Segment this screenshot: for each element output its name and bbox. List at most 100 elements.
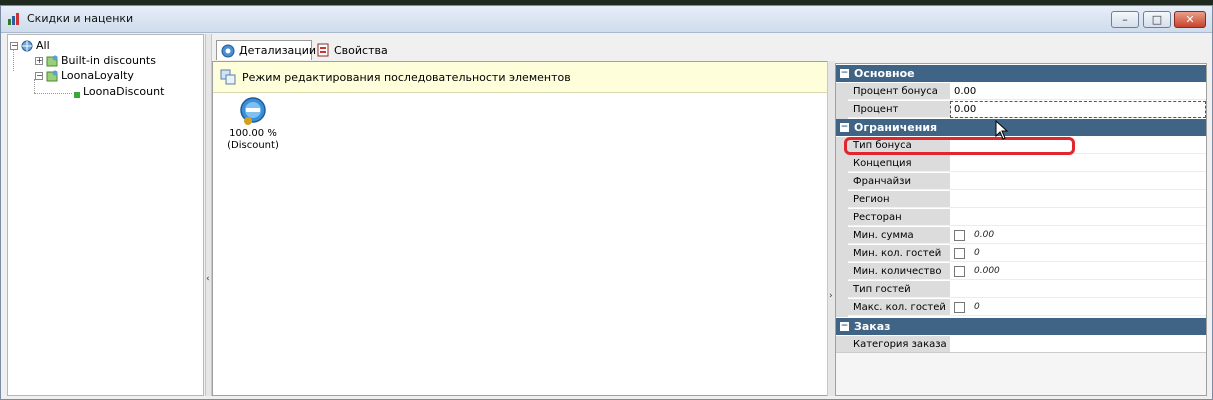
property-row[interactable]: Ресторан	[836, 209, 1206, 227]
tab-label: Детализации	[239, 44, 317, 57]
min-quantity-checkbox[interactable]	[954, 265, 965, 277]
row-gutter	[836, 83, 848, 101]
folder-globe-icon	[21, 40, 33, 51]
row-gutter	[836, 173, 848, 191]
bonus-percent-value[interactable]: 0.00	[950, 83, 1206, 100]
property-row[interactable]: Франчайзи	[836, 173, 1206, 191]
category-label: Заказ	[854, 320, 891, 333]
edit-mode-text: Режим редактирования последовательности …	[242, 70, 571, 84]
tab-label: Свойства	[334, 43, 388, 57]
minimize-icon: –	[1122, 13, 1128, 26]
minimize-button[interactable]: –	[1111, 11, 1139, 28]
details-icon	[221, 44, 235, 58]
tab-properties[interactable]: Свойства	[312, 40, 392, 60]
discount-group-icon	[46, 55, 58, 66]
row-gutter	[836, 209, 848, 227]
collapse-icon[interactable]: −	[840, 69, 849, 78]
category-order[interactable]: − Заказ	[836, 318, 1206, 335]
concept-value[interactable]	[950, 155, 1206, 172]
tree-item-label: All	[36, 39, 50, 52]
property-row[interactable]: Процент бонуса 0.00	[836, 83, 1206, 101]
collapse-icon[interactable]: −	[35, 71, 43, 80]
collapse-icon[interactable]: −	[10, 41, 18, 50]
collapse-icon[interactable]: −	[840, 322, 849, 331]
max-guests-value[interactable]: 0	[950, 299, 1206, 316]
highlight-annotation	[844, 137, 1075, 155]
min-sum-value[interactable]: 0.00	[950, 227, 1206, 244]
min-guests-checkbox[interactable]	[954, 247, 965, 259]
row-gutter	[836, 245, 848, 263]
property-name: Ресторан	[848, 209, 950, 226]
order-category-value[interactable]	[950, 336, 1206, 353]
row-gutter	[836, 227, 848, 245]
discount-node[interactable]: 100.00 % (Discount)	[227, 96, 279, 152]
row-gutter	[836, 263, 848, 281]
tree-item-label: Built-in discounts	[61, 54, 156, 67]
property-description-area	[836, 352, 1206, 395]
expand-icon[interactable]: +	[35, 56, 43, 65]
tree-item-loonaloyalty[interactable]: − LoonaLoyalty	[35, 68, 134, 83]
property-name: Макс. кол. гостей	[848, 299, 950, 316]
tree-item-loonadiscount[interactable]: LoonaDiscount	[74, 84, 164, 99]
guest-type-value[interactable]	[950, 281, 1206, 298]
tree-item-label: LoonaLoyalty	[61, 69, 134, 82]
row-gutter	[836, 101, 848, 119]
row-gutter	[836, 191, 848, 209]
properties-icon	[317, 43, 329, 57]
collapse-icon[interactable]: −	[840, 123, 849, 132]
property-value: 0.00	[954, 85, 977, 97]
property-value: 0.00	[974, 230, 995, 240]
property-row[interactable]: Концепция	[836, 155, 1206, 173]
details-panel[interactable]: Режим редактирования последовательности …	[212, 61, 828, 396]
property-row[interactable]: Тип гостей	[836, 281, 1206, 299]
property-name: Концепция	[848, 155, 950, 172]
tree-item-label: LoonaDiscount	[83, 85, 165, 98]
property-name: Процент бонуса	[848, 83, 950, 100]
chevron-right-icon[interactable]: ›	[829, 291, 833, 301]
edit-mode-bar: Режим редактирования последовательности …	[213, 62, 827, 93]
property-row[interactable]: Мин. количество 0.000	[836, 263, 1206, 281]
property-value: 0.000	[974, 266, 1000, 276]
tree-item-built-in-discounts[interactable]: + Built-in discounts	[35, 53, 156, 68]
region-value[interactable]	[950, 191, 1206, 208]
property-name: Франчайзи	[848, 173, 950, 190]
tree-item-all[interactable]: − All	[10, 38, 50, 53]
category-restrictions[interactable]: − Ограничения	[836, 119, 1206, 136]
min-quantity-value[interactable]: 0.000	[950, 263, 1206, 280]
discount-value: 100.00 %	[229, 128, 277, 139]
property-value: 0	[974, 248, 980, 258]
franchisee-value[interactable]	[950, 173, 1206, 190]
discount-group-icon	[46, 70, 58, 81]
min-sum-checkbox[interactable]	[954, 229, 965, 241]
property-name: Процент	[848, 101, 950, 118]
right-splitter[interactable]: ›	[827, 61, 835, 396]
row-gutter	[836, 299, 848, 317]
property-name: Регион	[848, 191, 950, 208]
window-title: Скидки и наценки	[27, 12, 134, 25]
min-guests-value[interactable]: 0	[950, 245, 1206, 262]
property-grid[interactable]: − Основное Процент бонуса 0.00 Процент 0…	[835, 63, 1207, 396]
restaurant-value[interactable]	[950, 209, 1206, 226]
property-row[interactable]: Мин. кол. гостей 0	[836, 245, 1206, 263]
close-button[interactable]: ✕	[1174, 11, 1206, 28]
maximize-button[interactable]: □	[1143, 11, 1171, 28]
property-row[interactable]: Мин. сумма 0.00	[836, 227, 1206, 245]
percent-input[interactable]: 0.00	[950, 101, 1206, 118]
property-name: Мин. количество	[848, 263, 950, 280]
property-name: Мин. кол. гостей	[848, 245, 950, 262]
row-gutter	[836, 281, 848, 299]
property-row[interactable]: Регион	[836, 191, 1206, 209]
property-row[interactable]: Процент 0.00	[836, 101, 1206, 119]
chevron-left-icon[interactable]: ‹	[206, 274, 210, 284]
category-basic[interactable]: − Основное	[836, 65, 1206, 82]
title-bar[interactable]: Скидки и наценки – □ ✕	[1, 6, 1212, 33]
discount-tree[interactable]: − All + Built-in discounts − LoonaLoyalt…	[7, 34, 204, 396]
discounts-window: Скидки и наценки – □ ✕ − All + Built-in …	[0, 5, 1213, 400]
maximize-icon: □	[1151, 13, 1163, 26]
property-row[interactable]: Макс. кол. гостей 0	[836, 299, 1206, 317]
left-splitter[interactable]: ‹	[205, 34, 212, 396]
sequence-edit-icon	[220, 69, 236, 85]
tab-details[interactable]: Детализации	[216, 40, 316, 60]
max-guests-checkbox[interactable]	[954, 301, 965, 313]
tree-connector	[34, 93, 72, 94]
